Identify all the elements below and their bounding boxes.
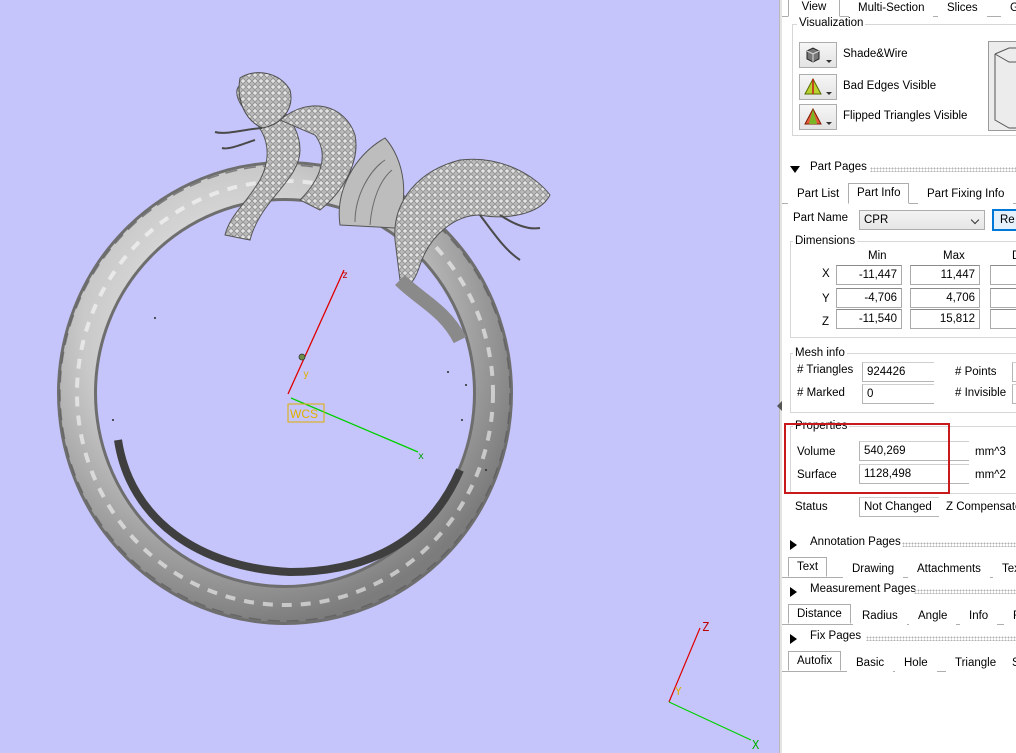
wcs-axes: z y x WCS (287, 269, 424, 462)
tab-part-list[interactable]: Part List (788, 184, 849, 204)
bad-edges-triangle-icon (804, 78, 822, 95)
dim-x-label: X (822, 268, 830, 280)
measurement-pages-title: Measurement Pages (810, 583, 917, 595)
view-cube-preview[interactable] (988, 41, 1016, 131)
dimensions-col-delta: D (1012, 250, 1016, 262)
marked-label: # Marked (797, 387, 845, 399)
dimensions-title: Dimensions (793, 235, 858, 247)
triangles-label: # Triangles (797, 364, 854, 376)
tab-part-fixing-info[interactable]: Part Fixing Info (918, 184, 1014, 204)
annotation-pages-title: Annotation Pages (810, 536, 901, 548)
fix-pages-title: Fix Pages (810, 630, 862, 642)
part-pages-title: Part Pages (810, 161, 867, 173)
dim-x-max[interactable]: 11,447 (910, 265, 980, 285)
tab-tex[interactable]: Tex (993, 559, 1016, 579)
points-label: # Points (955, 366, 997, 378)
invisible-value[interactable] (1012, 384, 1016, 404)
flipped-triangles-button[interactable] (799, 104, 837, 130)
tab-distance[interactable]: Distance (788, 604, 851, 624)
triad-y-label: Y (675, 685, 682, 698)
expand-triangle-icon (790, 166, 800, 173)
mesh-info-title: Mesh info (793, 347, 847, 359)
tab-slices[interactable]: Slices (938, 0, 987, 18)
dim-x-min[interactable]: -11,447 (836, 265, 902, 285)
cube-outline-icon (994, 47, 1016, 129)
cube-shade-wire-icon (806, 47, 820, 63)
tab-drawing[interactable]: Drawing (843, 559, 904, 579)
tab-part-info[interactable]: Part Info (848, 183, 910, 204)
3d-viewport[interactable]: z y x WCS Z Y X (0, 0, 779, 753)
dim-y-label: Y (822, 293, 830, 305)
visualization-title: Visualization (797, 17, 866, 29)
dim-y-delta[interactable] (990, 288, 1016, 308)
tab-s[interactable]: S (1003, 653, 1016, 673)
tab-f[interactable]: F (1004, 606, 1016, 626)
orientation-triad: Z Y X (668, 620, 760, 752)
tab-info[interactable]: Info (960, 606, 998, 626)
wcs-label: WCS (290, 407, 318, 421)
triad-x-label: X (752, 738, 760, 752)
dim-z-min[interactable]: -11,540 (836, 309, 902, 329)
chevron-down-icon (970, 215, 980, 225)
tab-attachments[interactable]: Attachments (908, 559, 990, 579)
dim-x-delta[interactable] (990, 265, 1016, 285)
tab-radius[interactable]: Radius (853, 606, 907, 626)
tab-angle[interactable]: Angle (909, 606, 957, 626)
status-value: Not Changed (859, 497, 939, 517)
axis-y-label: y (303, 369, 309, 380)
dimensions-col-min: Min (868, 250, 887, 262)
bad-edges-label: Bad Edges Visible (843, 80, 937, 92)
tab-triangle[interactable]: Triangle (946, 653, 1006, 673)
shade-wire-label: Shade&Wire (843, 48, 908, 60)
volume-label: Volume (797, 446, 836, 458)
collapse-triangle-icon (790, 634, 797, 644)
surface-label: Surface (797, 469, 837, 481)
surface-value[interactable]: 1128,498 (859, 464, 969, 484)
measurement-pages-header[interactable]: Measurement Pages (782, 582, 1016, 600)
tab-text[interactable]: Text (788, 557, 828, 577)
marked-value[interactable]: 0 (862, 384, 934, 404)
part-pages-header[interactable]: Part Pages (782, 160, 1016, 178)
invisible-label: # Invisible (955, 387, 1007, 399)
fix-pages-header[interactable]: Fix Pages (782, 629, 1016, 647)
dim-z-label: Z (822, 316, 830, 328)
shade-wire-button[interactable] (799, 42, 837, 68)
collapse-triangle-icon (790, 587, 797, 597)
z-compensate-label: Z Compensate (946, 501, 1016, 513)
triad-z-label: Z (702, 620, 709, 634)
part-name-select[interactable]: CPR (859, 210, 985, 230)
points-value[interactable] (1012, 362, 1016, 382)
annotation-pages-header[interactable]: Annotation Pages (782, 535, 1016, 553)
ring-model[interactable] (57, 72, 551, 625)
surface-unit: mm^2 (975, 469, 1006, 481)
dim-y-max[interactable]: 4,706 (910, 288, 980, 308)
status-label: Status (795, 501, 828, 513)
properties-panel: View Multi-Section Slices G Visualizatio… (782, 0, 1016, 753)
dim-z-delta[interactable] (990, 309, 1016, 329)
bad-edges-button[interactable] (799, 74, 837, 100)
collapse-triangle-icon (790, 540, 797, 550)
tab-multi-section[interactable]: Multi-Section (849, 0, 934, 18)
tab-autofix[interactable]: Autofix (788, 651, 842, 671)
viewport-canvas[interactable]: z y x WCS Z Y X (0, 0, 779, 753)
tab-hole[interactable]: Hole (895, 653, 937, 673)
re-button[interactable]: Re (992, 209, 1016, 231)
dim-z-max[interactable]: 15,812 (910, 309, 980, 329)
axis-z-label: z (342, 270, 348, 281)
volume-unit: mm^3 (975, 446, 1006, 458)
flipped-triangles-label: Flipped Triangles Visible (843, 110, 968, 122)
triangles-value[interactable]: 924426 (862, 362, 934, 382)
dimensions-col-max: Max (943, 250, 965, 262)
tab-basic[interactable]: Basic (847, 653, 894, 673)
properties-title: Properties (793, 420, 850, 432)
part-name-value: CPR (864, 214, 889, 226)
part-name-label: Part Name (793, 212, 848, 224)
dim-y-min[interactable]: -4,706 (836, 288, 902, 308)
flipped-triangles-icon (804, 108, 822, 125)
axis-x-label: x (418, 451, 424, 462)
tab-g[interactable]: G (1001, 0, 1016, 18)
tab-view[interactable]: View (788, 0, 840, 17)
volume-value[interactable]: 540,269 (859, 441, 969, 461)
